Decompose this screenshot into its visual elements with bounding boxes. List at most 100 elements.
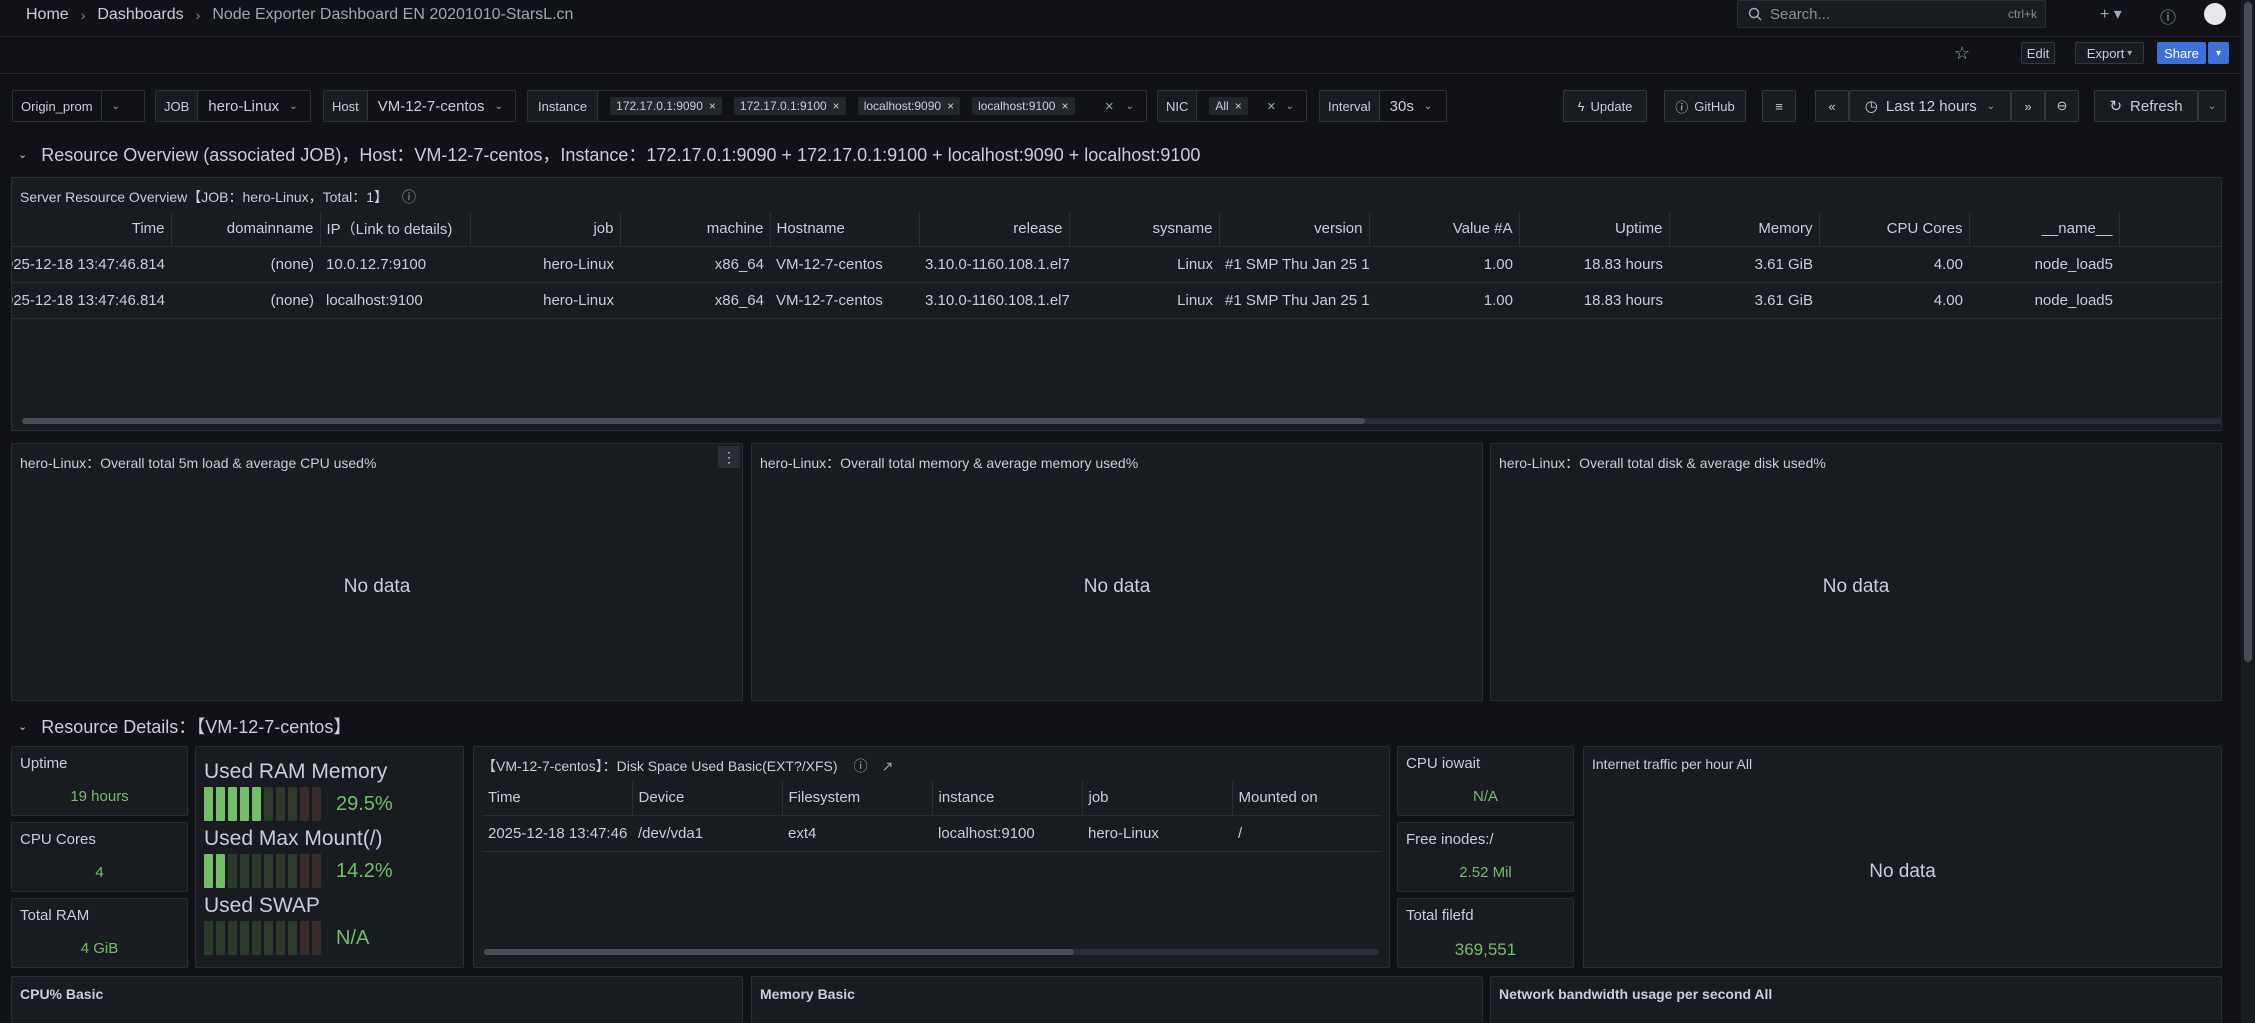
instance-chip[interactable]: localhost:9100 × xyxy=(972,97,1075,115)
panel-menu-icon[interactable]: ⋮ xyxy=(718,446,740,468)
column-header[interactable]: CPU Cores xyxy=(1819,212,1970,247)
close-icon[interactable]: × xyxy=(1235,99,1242,113)
host-variable[interactable]: Host VM-12-7-centos ⌄ xyxy=(323,90,516,122)
table-cell: 3.10.0-1160.108.1.el7.x86_64 xyxy=(919,282,1069,319)
gauge-cell xyxy=(228,787,237,821)
table-cell: 18.83 hours xyxy=(1519,246,1669,283)
export-button[interactable]: Export ▾ xyxy=(2075,42,2144,64)
gauge-cell xyxy=(216,787,225,821)
breadcrumb-home[interactable]: Home xyxy=(26,6,69,24)
refresh-interval-button[interactable]: ⌄ xyxy=(2198,90,2226,122)
search-input[interactable]: Search... ctrl+k xyxy=(1737,0,2046,28)
panel-title: 【VM-12-7-centos】：Disk Space Used Basic(E… xyxy=(482,756,893,776)
column-header[interactable]: version xyxy=(1219,212,1370,247)
row-header-details[interactable]: ⌄ Resource Details：【VM-12-7-centos】 xyxy=(18,713,351,739)
job-label: JOB xyxy=(156,91,199,121)
horizontal-scrollbar[interactable] xyxy=(484,949,1379,955)
avatar[interactable] xyxy=(2204,3,2226,25)
close-icon[interactable]: × xyxy=(947,99,954,113)
job-select[interactable]: hero-Linux ⌄ xyxy=(198,91,307,121)
column-header[interactable]: job xyxy=(470,212,621,247)
chevron-down-icon: ⌄ xyxy=(1986,100,1996,112)
stat-title: Total RAM xyxy=(20,907,90,924)
host-select[interactable]: VM-12-7-centos ⌄ xyxy=(368,91,513,121)
scrollbar-thumb[interactable] xyxy=(22,418,1365,424)
column-header[interactable]: Filesystem xyxy=(782,781,933,816)
nic-variable[interactable]: NIC All × × ⌄ xyxy=(1157,90,1307,122)
edit-button[interactable]: Edit xyxy=(2021,42,2055,64)
column-header[interactable]: IP（Link to details) xyxy=(320,212,471,247)
add-icon[interactable]: + ▾ xyxy=(2100,4,2122,24)
instance-variable[interactable]: Instance 172.17.0.1:9090 × 172.17.0.1:910… xyxy=(527,90,1147,122)
chevron-down-icon: ⌄ xyxy=(1285,100,1294,112)
column-header[interactable]: release xyxy=(919,212,1070,247)
column-header[interactable]: Mounted on xyxy=(1232,781,1382,816)
clear-icon[interactable]: × xyxy=(1267,98,1276,115)
ip-link[interactable]: localhost:9100 xyxy=(320,282,470,319)
column-header[interactable]: Memory xyxy=(1669,212,1820,247)
column-header[interactable]: machine xyxy=(620,212,771,247)
table-cell: hero-Linux xyxy=(470,246,620,283)
scrollbar-thumb[interactable] xyxy=(484,949,1074,955)
gauge-cell xyxy=(228,854,237,888)
page-scrollbar[interactable] xyxy=(2241,0,2255,1023)
time-range-picker[interactable]: ◷ Last 12 hours ⌄ xyxy=(1849,90,2011,122)
scrollbar-thumb[interactable] xyxy=(2244,2,2252,662)
menu-button[interactable]: ≡ xyxy=(1762,90,1796,122)
close-icon[interactable]: × xyxy=(709,99,716,113)
time-forward-button[interactable]: » xyxy=(2011,90,2045,122)
column-header[interactable]: instance xyxy=(932,781,1083,816)
share-button[interactable]: Share xyxy=(2157,42,2206,64)
gauge-value: 29.5% xyxy=(336,792,393,815)
help-icon[interactable]: ⓘ xyxy=(2160,4,2176,28)
interval-variable[interactable]: Interval 30s ⌄ xyxy=(1319,90,1447,122)
external-link-icon[interactable]: ↗ xyxy=(882,758,894,774)
table-cell: 4.00 xyxy=(1819,246,1969,283)
instance-chip[interactable]: 172.17.0.1:9100 × xyxy=(733,97,846,115)
interval-select[interactable]: 30s ⌄ xyxy=(1380,91,1443,121)
job-variable[interactable]: JOB hero-Linux ⌄ xyxy=(155,90,311,122)
horizontal-scrollbar[interactable] xyxy=(22,418,2221,424)
mount-gauge: 14.2% xyxy=(204,854,393,888)
column-header[interactable]: Uptime xyxy=(1519,212,1670,247)
column-header[interactable]: __name__ xyxy=(1969,212,2120,247)
instance-chip[interactable]: localhost:9090 × xyxy=(857,97,961,115)
nic-select[interactable]: All × × ⌄ xyxy=(1197,91,1306,121)
time-back-button[interactable]: « xyxy=(1815,90,1849,122)
close-icon[interactable]: × xyxy=(833,99,840,113)
table-cell: node_load5 xyxy=(1969,282,2119,319)
divider xyxy=(0,73,2240,74)
breadcrumb-dashboards[interactable]: Dashboards xyxy=(97,6,183,24)
row-header-overview[interactable]: ⌄ Resource Overview (associated JOB)，Hos… xyxy=(18,141,1200,167)
datasource-select[interactable]: Origin_prom ⌄ xyxy=(12,90,145,122)
gauge-cell xyxy=(300,854,309,888)
column-header[interactable]: domainname xyxy=(171,212,321,247)
star-icon[interactable]: ☆ xyxy=(1954,43,1970,64)
column-header[interactable]: Time xyxy=(12,212,172,247)
column-header[interactable]: sysname xyxy=(1069,212,1220,247)
nic-chip[interactable]: All × xyxy=(1209,97,1248,115)
update-button[interactable]: ϟ Update xyxy=(1563,90,1647,122)
refresh-button[interactable]: ↻ Refresh xyxy=(2094,90,2198,122)
column-header[interactable]: job xyxy=(1082,781,1233,816)
host-label: Host xyxy=(324,91,368,121)
share-menu-button[interactable]: ▾ xyxy=(2208,42,2229,64)
column-header[interactable]: Hostname xyxy=(770,212,920,247)
column-header[interactable]: Device xyxy=(632,781,783,816)
column-header[interactable]: Time xyxy=(482,781,633,816)
table-cell: ext4 xyxy=(782,815,932,852)
column-header[interactable]: Value #A xyxy=(1369,212,1520,247)
ip-link[interactable]: 10.0.12.7:9100 xyxy=(320,246,470,283)
instance-select[interactable]: 172.17.0.1:9090 × 172.17.0.1:9100 × localh… xyxy=(598,91,1146,121)
clear-icon[interactable]: × xyxy=(1105,98,1114,115)
gauge-label: Used SWAP xyxy=(204,894,320,917)
overview-table: Time domainname IP（Link to details) job … xyxy=(12,212,2221,319)
close-icon[interactable]: × xyxy=(1061,99,1068,113)
info-icon[interactable]: ⓘ xyxy=(402,189,416,205)
github-button[interactable]: ⓘ GitHub xyxy=(1664,90,1746,122)
column-header[interactable]: 5 xyxy=(2119,212,2221,247)
info-icon[interactable]: ⓘ xyxy=(854,758,868,774)
instance-chip[interactable]: 172.17.0.1:9090 × xyxy=(610,97,722,115)
gauge-cell xyxy=(276,854,285,888)
zoom-out-button[interactable]: ⊖ xyxy=(2045,90,2079,122)
